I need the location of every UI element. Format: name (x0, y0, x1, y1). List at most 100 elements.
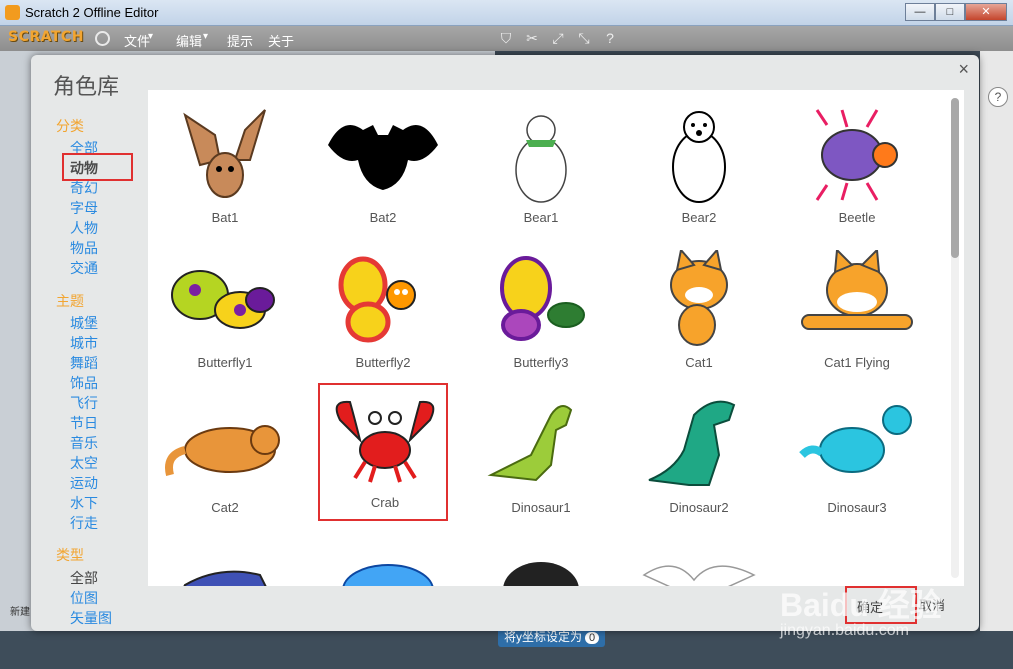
sprite-tile[interactable]: Dinosaur1 (476, 390, 606, 530)
sprite-tile[interactable]: Bat1 (160, 100, 290, 240)
sprite-tile[interactable]: Cat1 (634, 245, 764, 385)
sprite-tile[interactable]: Butterfly3 (476, 245, 606, 385)
theme-music[interactable]: 音乐 (70, 433, 98, 453)
category-letters[interactable]: 字母 (70, 198, 98, 218)
sprite-grid: Bat1 Bat2 Bear1 Bear2 Beetle Butterfly1 … (148, 90, 964, 586)
scratch-menubar: SCRATCH 文件 ▾ 编辑 ▾ 提示 关于 ⛉ ✂ ⤢ ⤡ ? (0, 26, 1013, 51)
sprite-tile[interactable]: Butterfly1 (160, 245, 290, 385)
type-bitmap[interactable]: 位图 (70, 588, 98, 608)
sprite-name: Bear1 (523, 210, 559, 225)
sprite-name: Bat2 (369, 210, 397, 225)
category-heading: 分类 (56, 118, 84, 134)
sprite-tile[interactable]: Bear1 (476, 100, 606, 240)
window-titlebar: Scratch 2 Offline Editor — □ ✕ (0, 0, 1013, 26)
dialog-close-icon[interactable]: × (958, 59, 969, 80)
dinosaur2-thumbnail (648, 400, 736, 486)
theme-dance[interactable]: 舞蹈 (70, 353, 98, 373)
theme-castle[interactable]: 城堡 (70, 313, 98, 333)
partial-thumbnail (503, 562, 579, 586)
category-fantasy[interactable]: 奇幻 (70, 178, 98, 198)
theme-sports[interactable]: 运动 (70, 473, 98, 493)
sprite-tile[interactable]: Cat2 (160, 390, 290, 530)
theme-city[interactable]: 城市 (70, 333, 98, 353)
category-transportation[interactable]: 交通 (70, 258, 98, 278)
grid-scrollbar[interactable] (951, 98, 959, 578)
sprite-library-dialog: 角色库 × 分类 全部 动物 奇幻 字母 人物 物品 交通 主题 城堡 城市 舞… (31, 55, 979, 631)
theme-holiday[interactable]: 节日 (70, 413, 98, 433)
duplicate-stamp-icon[interactable]: ⛉ (498, 30, 514, 46)
dialog-title: 角色库 (53, 74, 120, 99)
partial-thumbnail (642, 565, 756, 586)
baidu-watermark-logo: Baidu 经验 (780, 587, 942, 623)
close-window-button[interactable]: ✕ (965, 3, 1007, 21)
menu-about[interactable]: 关于 (268, 31, 294, 50)
sprite-name: Cat1 Flying (824, 355, 890, 370)
theme-heading: 主题 (56, 293, 84, 309)
menu-tips[interactable]: 提示 (227, 31, 253, 50)
cat1-thumbnail (670, 250, 728, 346)
type-all[interactable]: 全部 (70, 568, 98, 588)
type-vector[interactable]: 矢量图 (70, 608, 112, 628)
sprite-name: Butterfly2 (355, 355, 411, 370)
window-title: Scratch 2 Offline Editor (25, 5, 159, 20)
cat1-flying-thumbnail (801, 250, 913, 330)
sprite-name: Dinosaur3 (827, 500, 887, 515)
baidu-watermark-url: jingyan.baidu.com (780, 622, 909, 639)
sprite-name: Butterfly3 (513, 355, 569, 370)
file-chevron-icon: ▾ (148, 31, 154, 42)
beetle-thumbnail (815, 109, 898, 201)
bat2-thumbnail (328, 125, 438, 190)
edit-chevron-icon: ▾ (203, 31, 209, 42)
crab-thumbnail (335, 400, 435, 483)
set-y-label: 将y坐标设定为 (504, 630, 583, 644)
shrink-icon[interactable]: ⤡ (576, 30, 592, 46)
category-people[interactable]: 人物 (70, 218, 98, 238)
scratch-app-icon (5, 5, 20, 20)
sprite-tile-partial[interactable] (476, 545, 606, 586)
sprite-name: Cat2 (211, 500, 239, 515)
delete-scissors-icon[interactable]: ✂ (524, 30, 540, 46)
scripts-help-icon[interactable]: ? (988, 87, 1008, 107)
set-y-value[interactable]: 0 (585, 632, 600, 644)
sprite-tile[interactable]: Bat2 (318, 100, 448, 240)
maximize-button[interactable]: □ (935, 3, 965, 21)
sprite-tile-selected[interactable]: Crab (318, 383, 448, 521)
butterfly1-thumbnail (171, 270, 275, 329)
butterfly3-thumbnail (500, 256, 585, 341)
bear1-thumbnail (515, 115, 567, 203)
theme-flying[interactable]: 飞行 (70, 393, 98, 413)
sprite-tile[interactable]: Dinosaur3 (792, 390, 922, 530)
sprite-tile-partial[interactable] (318, 545, 448, 586)
theme-walking[interactable]: 行走 (70, 513, 98, 533)
sprite-tile[interactable]: Cat1 Flying (792, 245, 922, 385)
sprite-name: Cat1 (685, 355, 713, 370)
sprite-name: Beetle (838, 210, 876, 225)
help-icon[interactable]: ? (602, 30, 618, 46)
type-heading: 类型 (56, 547, 84, 563)
theme-underwater[interactable]: 水下 (70, 493, 98, 513)
sprite-tile[interactable]: Bear2 (634, 100, 764, 240)
dinosaur1-thumbnail (487, 405, 573, 482)
sprite-tile-partial[interactable] (160, 545, 290, 586)
sprite-tile[interactable]: Butterfly2 (318, 245, 448, 385)
minimize-button[interactable]: — (905, 3, 935, 21)
partial-thumbnail (342, 564, 434, 586)
sprite-name: Dinosaur2 (669, 500, 729, 515)
grow-icon[interactable]: ⤢ (550, 30, 566, 46)
scroll-thumb[interactable] (951, 98, 959, 258)
menu-file[interactable]: 文件 (124, 31, 150, 50)
theme-dress-up[interactable]: 饰品 (70, 373, 98, 393)
bat1-thumbnail (183, 109, 266, 198)
sprite-name: Bat1 (211, 210, 239, 225)
sprite-tile-partial[interactable] (634, 545, 764, 586)
sprite-tile[interactable]: Beetle (792, 100, 922, 240)
sprite-name: Bear2 (681, 210, 717, 225)
sprite-name: Dinosaur1 (511, 500, 571, 515)
language-globe-icon[interactable] (95, 31, 110, 46)
menu-edit[interactable]: 编辑 (176, 31, 202, 50)
theme-space[interactable]: 太空 (70, 453, 98, 473)
category-things[interactable]: 物品 (70, 238, 98, 258)
cat2-thumbnail (165, 425, 280, 476)
sprite-name: Crab (370, 495, 400, 510)
sprite-tile[interactable]: Dinosaur2 (634, 390, 764, 530)
